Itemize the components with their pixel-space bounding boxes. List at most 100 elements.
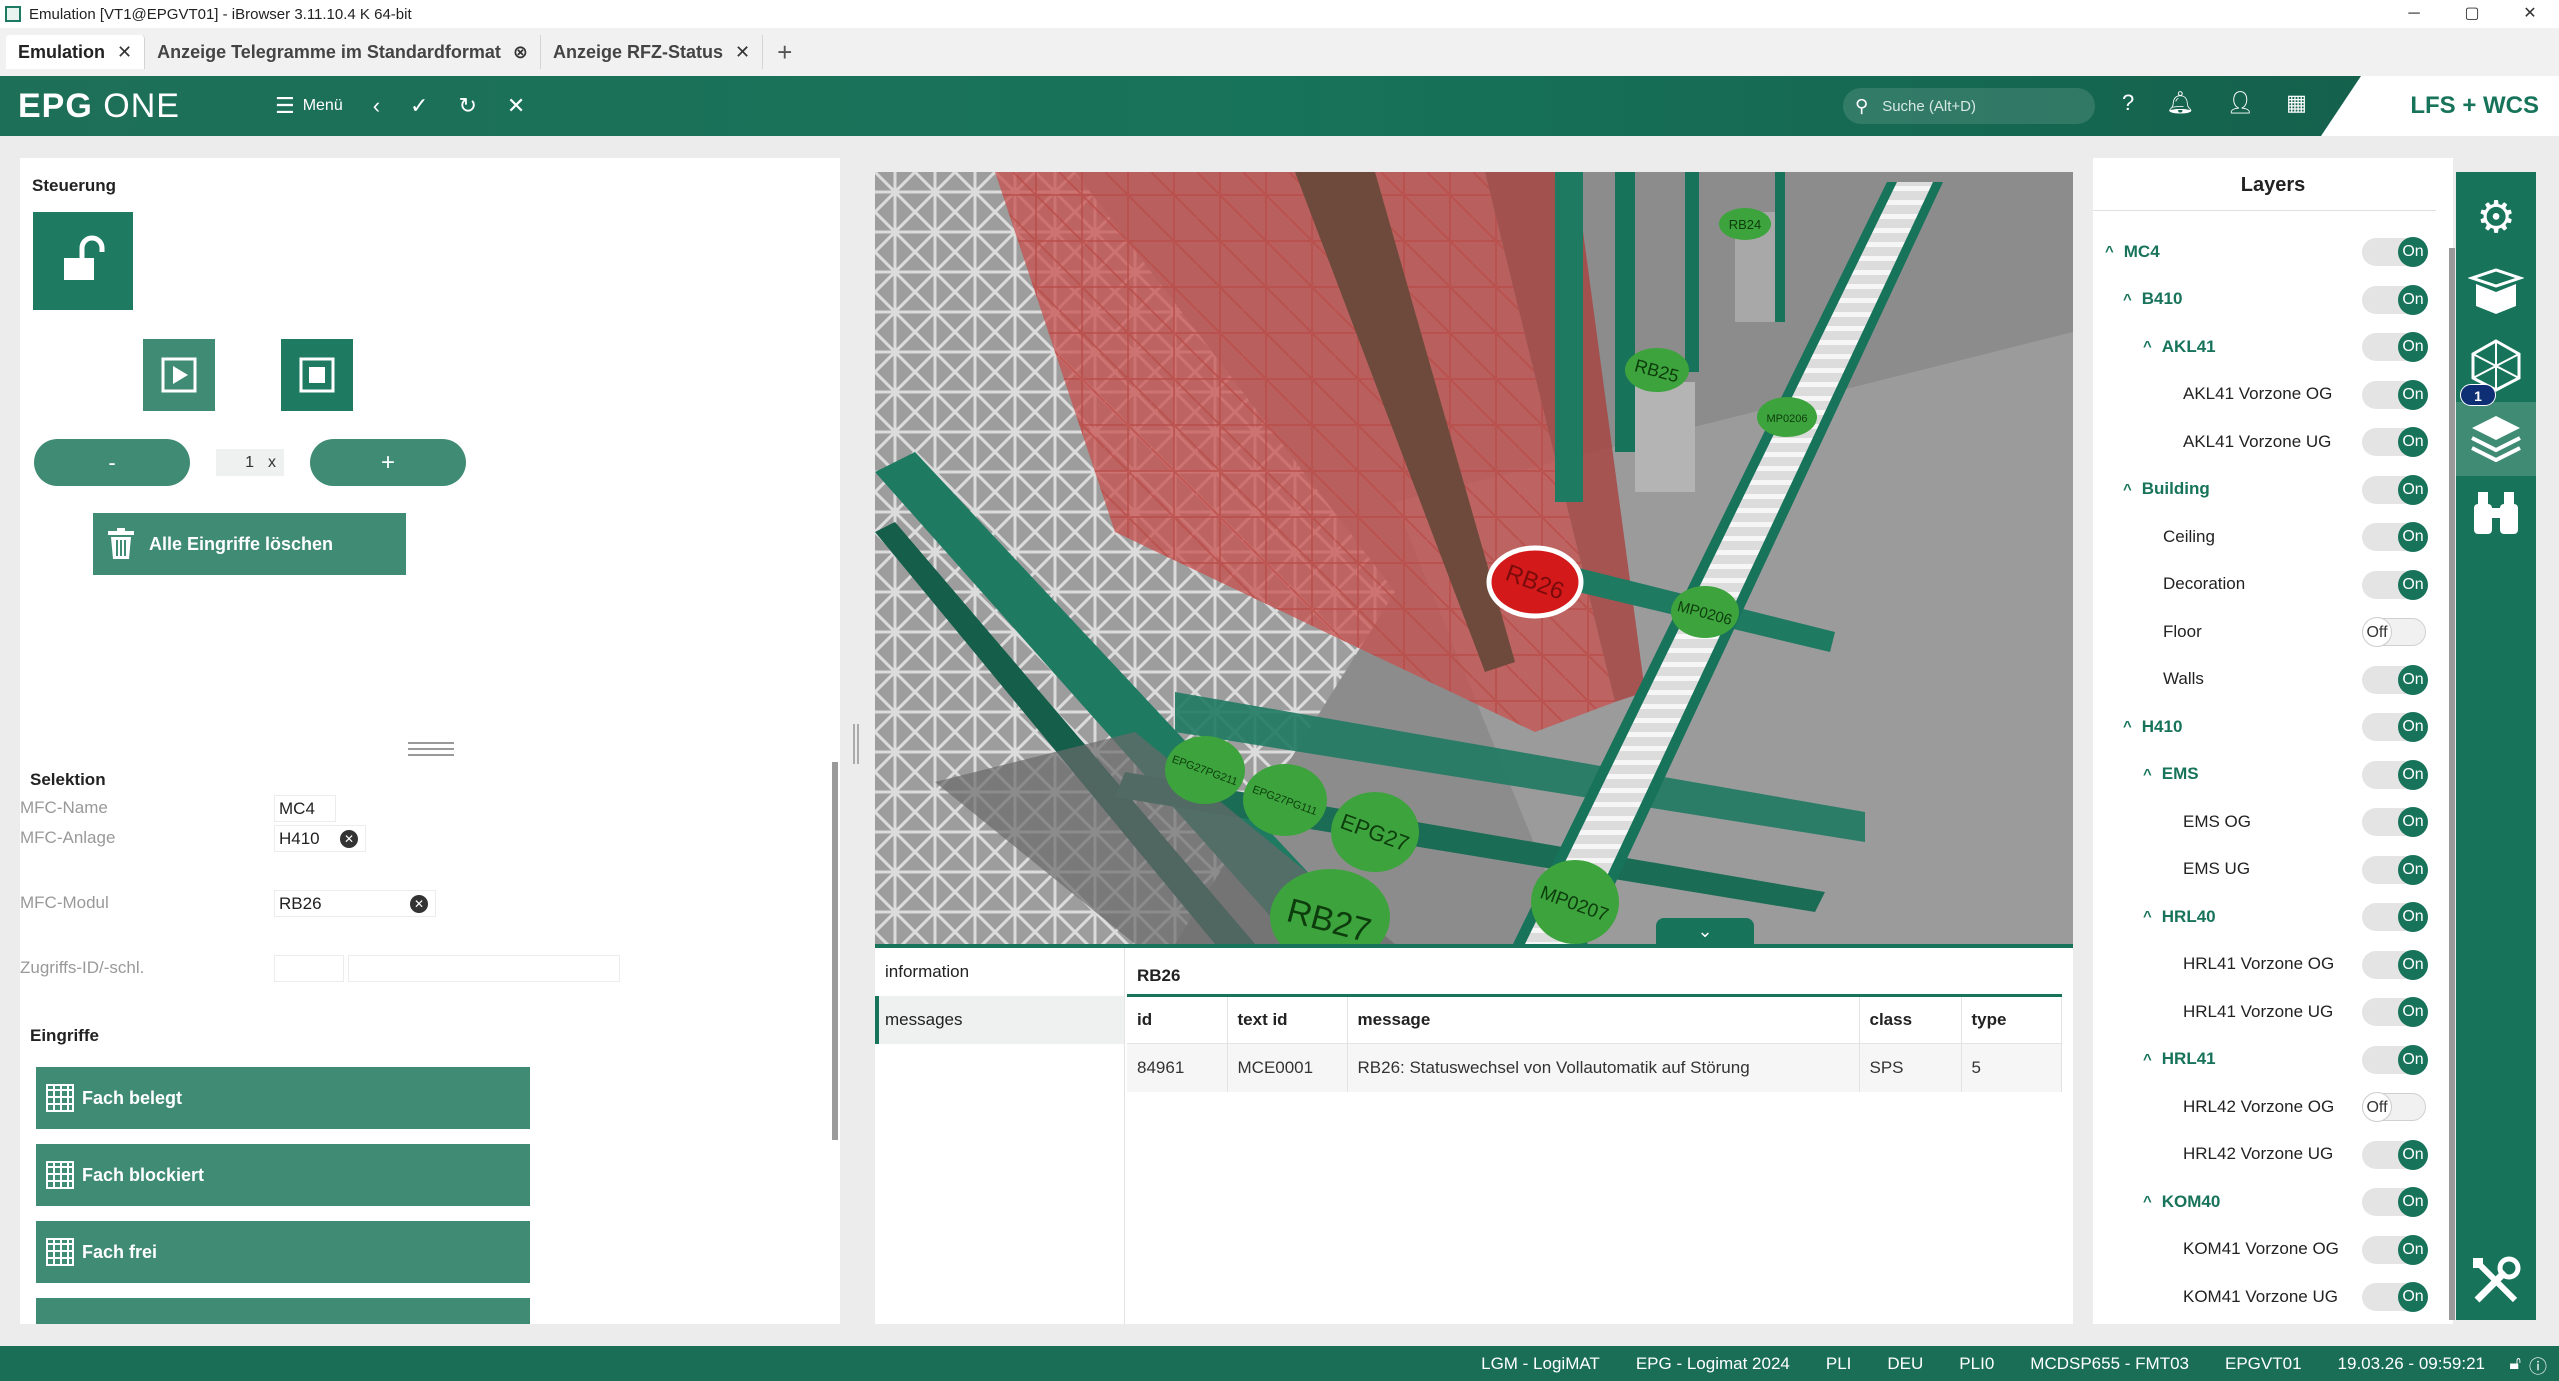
bell-icon[interactable]: 🔔︎ — [2166, 90, 2194, 116]
zugriffs-id-field[interactable] — [274, 955, 344, 982]
layer-row-hrl41-vorzone-ug[interactable]: HRL41 Vorzone UG On — [2093, 988, 2436, 1035]
close-tab-icon[interactable]: ⊗ — [513, 42, 528, 63]
new-tab-icon[interactable]: + — [777, 37, 792, 68]
fach-frei-button[interactable]: Fach frei — [36, 1221, 530, 1283]
collapse-caret-icon[interactable]: ^ — [2143, 1193, 2152, 1210]
clear-anlage-icon[interactable]: ✕ — [340, 830, 358, 848]
collapse-caret-icon[interactable]: ^ — [2105, 243, 2114, 260]
check-icon[interactable]: ✓ — [410, 93, 428, 119]
col-text-id[interactable]: text id — [1227, 995, 1348, 1044]
collapse-caret-icon[interactable]: ^ — [2123, 291, 2132, 308]
layer-row-b410[interactable]: ^ B410 On — [2093, 276, 2436, 323]
layer-row-decoration[interactable]: Decoration On — [2093, 561, 2436, 608]
layer-row-floor[interactable]: Floor Off — [2093, 608, 2436, 655]
mp0207-marker[interactable]: MP0207 — [1531, 860, 1619, 944]
layer-toggle[interactable]: On — [2362, 427, 2428, 457]
refresh-icon[interactable]: ↻ — [458, 93, 476, 119]
layer-toggle[interactable]: On — [2362, 902, 2428, 932]
settings-gears-icon[interactable]: ⚙ — [2456, 180, 2536, 254]
layer-toggle[interactable]: On — [2362, 997, 2428, 1027]
layer-toggle[interactable]: On — [2362, 1044, 2428, 1075]
layer-toggle[interactable]: On — [2362, 284, 2428, 315]
layer-toggle[interactable]: On — [2362, 807, 2428, 837]
collapse-caret-icon[interactable]: ^ — [2143, 1051, 2152, 1068]
layer-row-mc4[interactable]: ^ MC4 On — [2093, 228, 2436, 275]
layer-row-ems-og[interactable]: EMS OG On — [2093, 798, 2436, 845]
unlock-button[interactable] — [33, 212, 133, 310]
layer-toggle[interactable]: On — [2362, 379, 2428, 410]
tab-messages[interactable]: messages — [875, 996, 1124, 1044]
layer-toggle[interactable]: On — [2362, 522, 2428, 552]
layer-row-h410[interactable]: ^ H410 On — [2093, 703, 2436, 750]
layer-row-building[interactable]: ^ Building On — [2093, 466, 2436, 513]
layers-stack-icon[interactable] — [2456, 402, 2536, 476]
epg27pg111-marker[interactable]: EPG27PG111 — [1243, 764, 1327, 836]
layer-row-akl41-vorzone-og[interactable]: AKL41 Vorzone OG On — [2093, 371, 2436, 418]
tab-telegramme[interactable]: Anzeige Telegramme im Standardformat ⊗ — [145, 35, 541, 69]
open-box-icon[interactable] — [2456, 254, 2536, 328]
close-icon[interactable]: ✕ — [507, 93, 525, 119]
layer-toggle[interactable]: On — [2362, 1139, 2428, 1170]
layer-row-kom41-vorzone-og[interactable]: KOM41 Vorzone OG On — [2093, 1226, 2436, 1273]
more-actions-button[interactable] — [36, 1298, 530, 1324]
speed-input[interactable]: 1 x — [216, 449, 284, 476]
col-id[interactable]: id — [1127, 995, 1228, 1044]
layer-row-hrl42-vorzone-og[interactable]: HRL42 Vorzone OG Off — [2093, 1083, 2436, 1130]
tools-icon[interactable] — [2456, 1244, 2536, 1318]
search-input[interactable]: ⚲ Suche (Alt+D) — [1843, 88, 2095, 124]
back-icon[interactable]: ‹ — [373, 93, 380, 119]
layer-row-hrl41-vorzone-og[interactable]: HRL41 Vorzone OG On — [2093, 941, 2436, 988]
speed-increase-button[interactable]: + — [310, 439, 466, 486]
collapse-view-button[interactable]: ⌄ — [1656, 918, 1754, 944]
layer-row-walls[interactable]: Walls On — [2093, 656, 2436, 703]
layer-row-kom40[interactable]: ^ KOM40 On — [2093, 1178, 2436, 1225]
apps-grid-icon[interactable]: ▦ — [2286, 90, 2307, 116]
layer-toggle[interactable]: On — [2362, 712, 2428, 742]
layer-toggle[interactable]: On — [2362, 237, 2428, 267]
col-type[interactable]: type — [1961, 995, 2062, 1044]
mp0206b-marker[interactable]: MP0206 — [1671, 586, 1739, 638]
3d-warehouse-view[interactable]: RB26 RB25 RB24 MP0206 MP0206 MP0207 EPG2… — [875, 172, 2073, 944]
layer-row-hrl42-vorzone-ug[interactable]: HRL42 Vorzone UG On — [2093, 1131, 2436, 1178]
stop-button[interactable] — [281, 339, 353, 411]
layer-toggle[interactable]: On — [2362, 569, 2428, 600]
help-icon[interactable]: ? — [2122, 90, 2134, 116]
collapse-caret-icon[interactable]: ^ — [2143, 766, 2152, 783]
rb25-marker[interactable]: RB25 — [1625, 348, 1689, 392]
layer-toggle[interactable]: On — [2362, 1187, 2428, 1217]
col-class[interactable]: class — [1859, 995, 1962, 1044]
collapse-caret-icon[interactable]: ^ — [2123, 481, 2132, 498]
layer-row-akl41[interactable]: ^ AKL41 On — [2093, 323, 2436, 370]
layer-row-ceiling[interactable]: Ceiling On — [2093, 513, 2436, 560]
fach-belegt-button[interactable]: Fach belegt — [36, 1067, 530, 1129]
close-window-button[interactable]: ✕ — [2501, 0, 2559, 28]
epg27-marker[interactable]: EPG27 — [1331, 792, 1419, 872]
table-row[interactable]: 84961 MCE0001 RB26: Statuswechsel von Vo… — [1127, 1043, 2062, 1092]
rb26-marker[interactable]: RB26 — [1486, 545, 1584, 619]
tab-emulation[interactable]: Emulation ✕ — [6, 35, 146, 69]
col-message[interactable]: message — [1347, 995, 1860, 1044]
epg27pg211-marker[interactable]: EPG27PG211 — [1165, 736, 1245, 804]
maximize-button[interactable]: ▢ — [2443, 0, 2501, 28]
layer-toggle[interactable]: On — [2362, 759, 2428, 790]
panel-resize-handle[interactable] — [408, 742, 454, 756]
layer-toggle[interactable]: On — [2362, 949, 2428, 980]
layer-row-hrl40[interactable]: ^ HRL40 On — [2093, 893, 2436, 940]
tab-information[interactable]: information — [875, 948, 1124, 996]
left-panel-scrollbar[interactable] — [832, 762, 838, 1140]
layer-toggle[interactable]: On — [2362, 664, 2428, 695]
unlock-status-icon[interactable]: 🔓︎ — [2509, 1353, 2521, 1374]
user-icon[interactable]: 👤︎ — [2226, 90, 2254, 116]
collapse-caret-icon[interactable]: ^ — [2143, 908, 2152, 925]
layer-toggle[interactable]: On — [2362, 1282, 2428, 1312]
layers-scrollbar[interactable] — [2449, 248, 2455, 1320]
collapse-caret-icon[interactable]: ^ — [2143, 338, 2152, 355]
view-splitter[interactable] — [853, 724, 859, 764]
mfc-name-field[interactable]: MC4 — [274, 795, 336, 822]
close-tab-icon[interactable]: ✕ — [117, 42, 132, 63]
layer-row-kom41-vorzone-ug[interactable]: KOM41 Vorzone UG On — [2093, 1273, 2436, 1320]
layer-toggle[interactable]: On — [2362, 854, 2428, 885]
warehouse-scene[interactable]: RB26 RB25 RB24 MP0206 MP0206 MP0207 EPG2… — [875, 172, 2073, 944]
tab-rfz-status[interactable]: Anzeige RFZ-Status ✕ — [541, 35, 764, 69]
close-tab-icon[interactable]: ✕ — [735, 42, 750, 63]
